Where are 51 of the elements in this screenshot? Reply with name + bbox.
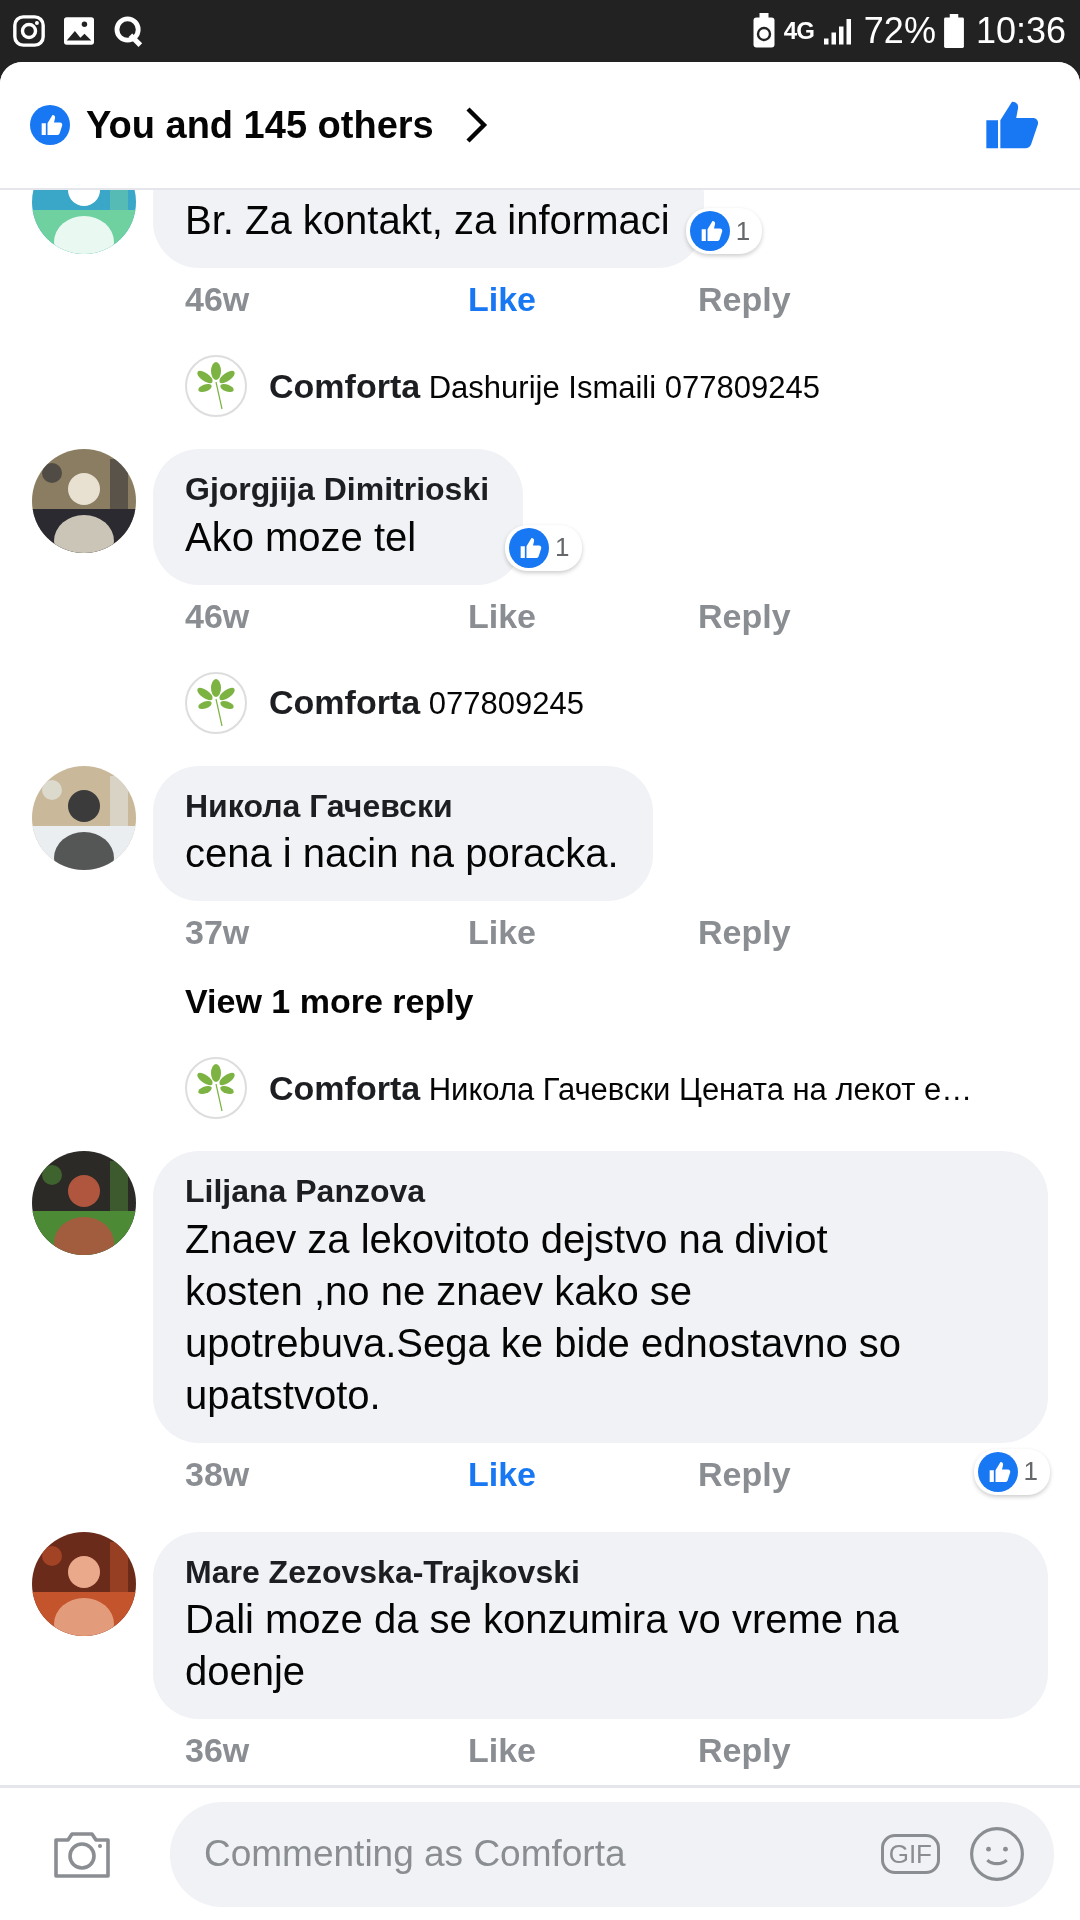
like-link[interactable]: Like	[468, 590, 698, 642]
comment-text: Dali moze da se konzumira vo vreme na doenje	[185, 1596, 900, 1696]
battery-percent: 72%	[863, 9, 936, 53]
chevron-right-icon	[463, 105, 488, 145]
reply-text: Comforta 077809245	[269, 682, 584, 724]
comment-text: cena i nacin na poracka.	[185, 830, 619, 878]
reply-text: Comforta Никола Гачевски Цената на лекот е…	[269, 1067, 973, 1109]
comment-author[interactable]: Никола Гачевски	[185, 785, 619, 828]
like-link[interactable]: Like	[468, 274, 698, 325]
image-icon	[62, 16, 96, 46]
reaction-count: 1	[685, 208, 763, 254]
comment-time: 46w	[185, 279, 251, 320]
comment-time: 36w	[185, 1730, 251, 1772]
reaction-count: 1	[505, 524, 582, 571]
reply-link[interactable]: Reply	[698, 1448, 791, 1500]
like-icon	[509, 527, 550, 568]
comment-author[interactable]: Liljana Panzova	[185, 1171, 938, 1213]
smiley-icon	[968, 1825, 1026, 1883]
comment-text: Znaev za lekovitoto dejstvo na diviot kosten ,no ne znaev kako se upotrebuva.Sega ke bide ednostavno so upatstvoto.	[185, 1215, 903, 1419]
comment-text: Ako moze tel	[185, 513, 418, 561]
like-icon	[689, 211, 730, 251]
battery-icon	[943, 14, 964, 48]
comment-input-field[interactable]: Commenting as Comforta GIF	[170, 1801, 1054, 1907]
network-label: 4G	[783, 16, 814, 46]
comment-author[interactable]: Mare Zezovska-Trajkovski	[185, 1551, 938, 1594]
comment-author[interactable]: Gjorgjija Dimitrioski	[185, 469, 490, 511]
reply-text: Comforta Dashurije Ismaili 077809245	[269, 365, 820, 407]
reply-link[interactable]: Reply	[698, 1725, 791, 1777]
like-link[interactable]: Like	[468, 1448, 698, 1500]
comment-time: 38w	[185, 1453, 251, 1495]
view-more-replies-link[interactable]: View 1 more reply	[0, 976, 1080, 1028]
reply-link[interactable]: Reply	[698, 274, 791, 325]
reactions-summary-button[interactable]: You and 145 others	[30, 96, 488, 154]
chestnut-leaf-icon	[194, 1064, 238, 1113]
like-link[interactable]: Like	[468, 907, 698, 959]
reply-link[interactable]: Reply	[698, 590, 791, 642]
reply-link[interactable]: Reply	[698, 907, 791, 959]
comment-text: Br. Za kontakt, za informaci	[185, 197, 670, 244]
chestnut-leaf-icon	[194, 362, 238, 410]
battery-saver-icon	[751, 13, 776, 49]
instagram-icon	[12, 14, 46, 48]
like-link[interactable]: Like	[468, 1725, 698, 1777]
gif-button[interactable]: GIF	[880, 1834, 940, 1874]
comment-time: 46w	[185, 595, 251, 637]
chestnut-leaf-icon	[194, 678, 238, 727]
like-icon	[977, 1451, 1018, 1492]
emoji-button[interactable]	[968, 1825, 1026, 1883]
comment-time: 37w	[185, 912, 251, 954]
reaction-count: 1	[973, 1448, 1050, 1495]
like-icon	[30, 105, 70, 145]
clock: 10:36	[975, 9, 1066, 53]
